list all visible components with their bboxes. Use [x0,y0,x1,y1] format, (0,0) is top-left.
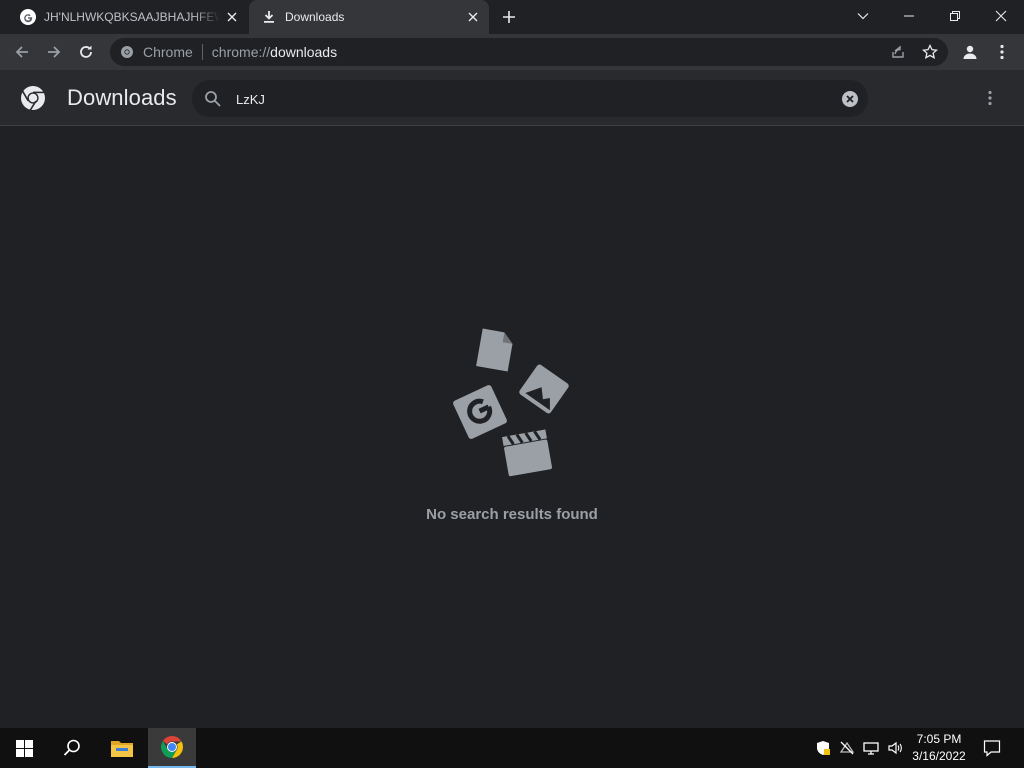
empty-downloads-illustration [453,328,569,477]
downloads-content: No search results found [0,127,1024,728]
avatar-icon [963,45,977,59]
minimize-button[interactable] [886,0,932,32]
clear-search-button[interactable] [840,89,860,109]
download-icon [264,11,274,23]
browser-toolbar: Chrome chrome://downloads [0,34,1024,70]
tab-search-button[interactable] [840,0,886,32]
windows-taskbar: 7:05 PM 3/16/2022 [0,728,1024,768]
reload-button[interactable] [72,38,100,66]
restore-icon [950,11,960,21]
arrow-right-icon [48,46,61,58]
clock-date: 3/16/2022 [912,749,966,763]
arrow-left-icon [15,46,28,58]
bookmark-star-icon[interactable] [918,40,942,64]
google-icon [20,9,36,25]
folder-icon [111,741,133,757]
network-offline-tray-icon[interactable] [838,728,856,768]
taskbar-search-button[interactable] [48,728,96,768]
site-chip-label: Chrome [143,44,193,60]
new-tab-button[interactable] [497,5,521,29]
reload-icon [80,45,92,58]
address-bar[interactable]: Chrome chrome://downloads [110,38,948,66]
page-title: Downloads [67,85,177,110]
kebab-menu-icon [1000,44,1004,60]
profile-button[interactable] [956,38,984,66]
taskbar-clock[interactable]: 7:05 PM 3/16/2022 [908,731,970,765]
chrome-logo-icon [21,86,45,111]
downloads-menu-button[interactable] [978,86,1002,110]
empty-state-message: No search results found [426,506,598,523]
search-icon [63,739,80,756]
notification-center-button[interactable] [978,728,1006,768]
browser-menu-button[interactable] [988,38,1016,66]
notification-icon [983,740,1001,757]
close-icon[interactable] [220,5,244,29]
windows-logo-icon [15,739,33,757]
minimize-icon [904,15,914,17]
restore-button[interactable] [932,0,978,32]
tab-inactive[interactable]: JH'NLHWKQBKSAAJBHAJHFEWJI [8,0,248,34]
close-icon[interactable] [461,5,485,29]
volume-tray-icon[interactable] [886,728,904,768]
browser-window: JH'NLHWKQBKSAAJBHAJHFEWJI Downloads Chro… [0,0,1024,768]
forward-button[interactable] [40,38,68,66]
tab-strip: JH'NLHWKQBKSAAJBHAJHFEWJI Downloads [0,0,1024,34]
url-host: downloads [270,44,338,60]
chrome-site-icon [119,44,135,60]
url-scheme: chrome:// [211,44,271,60]
omnibox-separator [201,44,203,60]
start-button[interactable] [0,728,48,768]
tab-active[interactable]: Downloads [249,0,489,34]
close-icon [995,10,1007,22]
tab-title: JH'NLHWKQBKSAAJBHAJHFEWJI [44,10,220,24]
chevron-down-icon [857,13,869,20]
search-icon [205,91,221,107]
share-icon[interactable] [886,40,910,64]
chrome-icon [161,736,183,758]
plus-icon [503,11,515,23]
file-explorer-button[interactable] [98,728,146,768]
clock-time: 7:05 PM [916,732,962,746]
search-input[interactable] [236,89,816,109]
clear-circle-icon [842,91,858,107]
back-button[interactable] [8,38,36,66]
security-tray-icon[interactable] [814,728,832,768]
tab-title: Downloads [285,10,345,24]
downloads-header: Downloads [0,70,1024,126]
network-tray-icon[interactable] [862,728,880,768]
kebab-menu-icon [988,90,992,106]
chrome-taskbar-button[interactable] [148,728,196,768]
close-window-button[interactable] [978,0,1024,32]
search-box[interactable] [192,80,868,117]
